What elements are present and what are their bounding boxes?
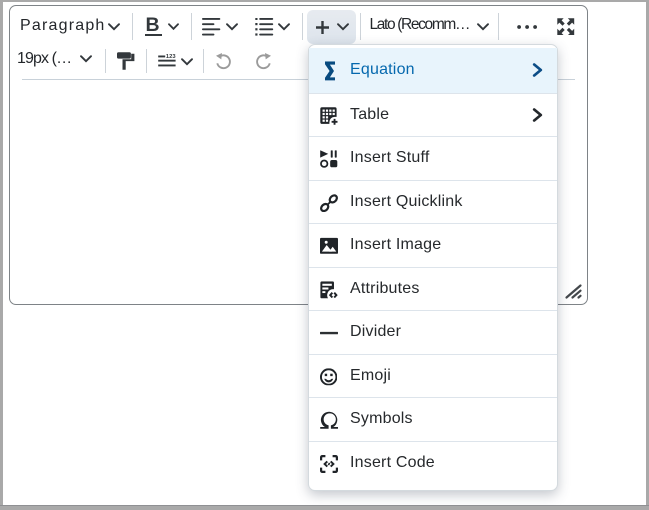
svg-text:123: 123 (165, 54, 175, 60)
